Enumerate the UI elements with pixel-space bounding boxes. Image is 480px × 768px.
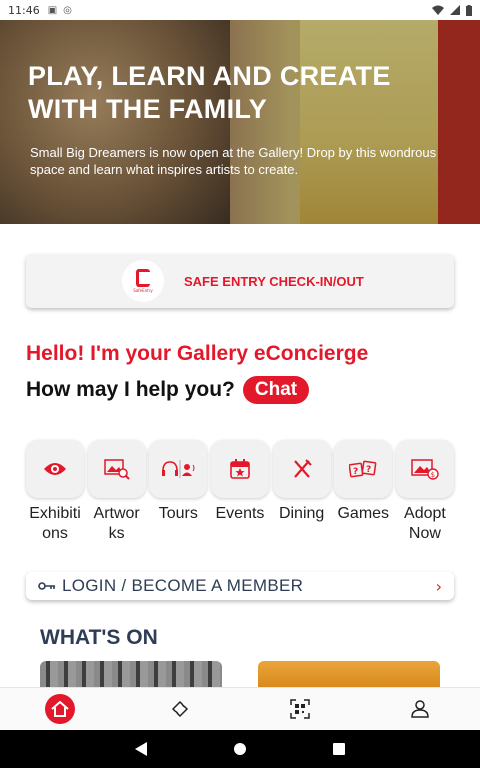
tab-home[interactable] [40, 689, 80, 729]
category-label: Tours [158, 505, 198, 522]
hero-banner[interactable]: PLAY, LEARN AND CREATE WITH THE FAMILY S… [0, 20, 480, 224]
recents-icon[interactable] [333, 743, 345, 755]
tab-qr-scan[interactable] [280, 689, 320, 729]
android-nav-bar [0, 730, 480, 768]
notification-icon: ▣ [47, 4, 58, 16]
tab-tickets[interactable] [160, 689, 200, 729]
key-icon [38, 582, 55, 590]
question-cards-icon: ?? [349, 460, 377, 478]
category-label: Exhibiti ons [29, 505, 81, 542]
sync-icon: ◎ [63, 4, 72, 16]
home-circle-icon[interactable] [233, 742, 247, 756]
safe-entry-logo: SafeEntry [122, 260, 164, 302]
qr-code-icon [290, 699, 310, 719]
category-tours[interactable]: Tours [149, 440, 208, 544]
hero-description: Small Big Dreamers is now open at the Ga… [30, 145, 437, 177]
bottom-tab-bar [0, 687, 480, 730]
safe-entry-label: SAFE ENTRY CHECK-IN/OUT [184, 273, 364, 289]
tab-profile[interactable] [400, 689, 440, 729]
category-label: Dining [278, 505, 325, 522]
image-search-icon [103, 459, 130, 480]
svg-text:?: ? [366, 465, 371, 475]
category-events[interactable]: Events [210, 440, 269, 544]
safe-entry-button[interactable]: SafeEntry SAFE ENTRY CHECK-IN/OUT [26, 254, 454, 308]
category-artworks[interactable]: Artwor ks [87, 440, 146, 544]
chat-button[interactable]: Chat [242, 376, 310, 404]
adopt-artwork-icon: $ [411, 459, 439, 480]
whats-on-card[interactable] [40, 661, 222, 687]
whats-on-title: WHAT'S ON [40, 626, 158, 649]
status-right [432, 4, 472, 16]
category-games[interactable]: ?? Games [334, 440, 393, 544]
category-adopt-now[interactable]: $ Adopt Now [395, 440, 454, 544]
category-exhibitions[interactable]: Exhibiti ons [26, 440, 84, 544]
status-bar: 11:46 ▣ ◎ [0, 0, 480, 20]
signal-icon [450, 5, 460, 15]
category-row: Exhibiti ons Artwor ks Tours Events Dining… [26, 440, 454, 544]
eye-icon [44, 463, 66, 475]
battery-icon [466, 4, 472, 16]
wifi-icon [432, 5, 444, 15]
concierge-question-row: How may I help you? Chat [26, 376, 310, 404]
chevron-right-icon: › [435, 576, 442, 596]
category-dining[interactable]: Dining [272, 440, 331, 544]
login-member-button[interactable]: LOGIN / BECOME A MEMBER › [26, 572, 454, 600]
svg-text:?: ? [353, 467, 358, 477]
category-label: Events [215, 505, 265, 522]
svg-text:$: $ [431, 471, 435, 479]
login-label: LOGIN / BECOME A MEMBER [62, 576, 304, 595]
hero-title: PLAY, LEARN AND CREATE WITH THE FAMILY [28, 61, 391, 124]
concierge-question: How may I help you? [26, 378, 235, 401]
cutlery-icon [293, 459, 312, 478]
ticket-icon [171, 700, 189, 718]
category-label: Artwor ks [93, 505, 140, 542]
whats-on-card[interactable] [258, 661, 440, 687]
concierge-greeting: Hello! I'm your Gallery eConcierge [26, 342, 369, 365]
status-time: 11:46 [8, 3, 40, 17]
calendar-icon [230, 459, 250, 479]
headphones-icon [162, 460, 195, 478]
home-icon [51, 701, 69, 717]
category-label: Adopt Now [404, 505, 446, 542]
category-label: Games [337, 505, 390, 522]
back-icon[interactable] [135, 742, 147, 756]
profile-icon [411, 700, 429, 718]
